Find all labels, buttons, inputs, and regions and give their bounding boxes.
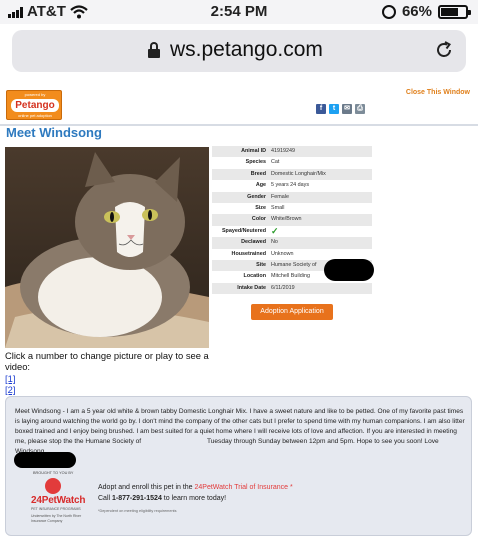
petango-logo[interactable]: powered by Petango online pet adoption [6, 90, 62, 120]
status-right: 66% [381, 3, 471, 20]
picture-link-2[interactable]: [2] [5, 384, 15, 395]
detail-label: Housetrained [231, 250, 266, 257]
detail-value: White/Brown [271, 216, 302, 223]
redaction-mark [324, 259, 374, 281]
24petwatch-sub: PET INSURANCE PROGRAMS [31, 507, 81, 511]
detail-value: Cat [271, 159, 280, 166]
24petwatch-logo[interactable]: 24PetWatch [31, 495, 86, 506]
detail-row-age: Age 5 years 24 days [212, 180, 372, 191]
detail-row-animal-id: Animal ID 41919249 [212, 146, 372, 158]
email-icon[interactable]: ✉ [342, 104, 352, 114]
print-icon[interactable]: ⎙ [355, 104, 365, 114]
logo-powered-by: powered by [24, 92, 46, 97]
promo-line-1: Adopt and enroll this pet in the 24PetWa… [98, 484, 293, 491]
detail-label: Animal ID [241, 148, 266, 154]
battery-icon [438, 4, 471, 19]
page-title: Meet Windsong [6, 125, 102, 140]
detail-row-breed: Breed Domestic Longhair/Mix [212, 168, 372, 181]
underwritten-note: Underwritten by The North River Insuranc… [31, 514, 82, 523]
promo-call-prefix: Call [98, 495, 113, 502]
adoption-application-button[interactable]: Adoption Application [251, 304, 333, 320]
detail-label: Gender [247, 193, 266, 200]
facebook-icon[interactable]: f [316, 104, 326, 114]
detail-label: Color [251, 216, 266, 223]
detail-label: Site [256, 261, 266, 268]
description-box: Meet Windsong - I am a 5 year old white … [5, 396, 472, 536]
detail-value: Small [271, 204, 285, 211]
detail-label: Age [255, 182, 266, 189]
detail-label: Spayed/Neutered [221, 227, 266, 234]
url-text[interactable]: ws.petango.com [170, 38, 323, 62]
promo-line-2: Call 1-877-291-1524 to learn more today! [98, 495, 226, 502]
description-text: Meet Windsong - I am a 5 year old white … [15, 407, 467, 457]
checkmark-icon: ✓ [271, 225, 279, 236]
detail-row-declawed: Declawed No [212, 237, 372, 249]
detail-value: No [271, 239, 278, 246]
detail-row-color: Color White/Brown [212, 214, 372, 226]
logo-tagline: online pet adoption [18, 113, 52, 118]
logo-brand: Petango [11, 99, 59, 112]
battery-percent: 66% [401, 3, 432, 20]
detail-row-species: Species Cat [212, 157, 372, 168]
detail-value: 41919249 [271, 148, 295, 154]
detail-label: Breed [250, 170, 266, 177]
lock-icon [148, 42, 160, 58]
detail-label: Intake Date [237, 284, 266, 291]
detail-label: Declawed [241, 239, 266, 246]
twitter-icon[interactable]: t [329, 104, 339, 114]
detail-label: Location [243, 273, 266, 280]
reload-icon[interactable] [434, 40, 454, 60]
detail-value: Female [271, 193, 289, 200]
address-bar[interactable]: ws.petango.com [12, 30, 466, 72]
pictures-hint: Click a number to change picture or play… [5, 350, 209, 372]
pet-photo[interactable] [5, 147, 209, 348]
detail-value: Domestic Longhair/Mix [271, 170, 326, 177]
24petwatch-logo-icon [45, 478, 61, 494]
detail-row-gender: Gender Female [212, 191, 372, 203]
status-bar: AT&T 2:54 PM 66% [0, 0, 478, 24]
promo-footnote: *Dependent on meeting eligibility requir… [98, 509, 177, 513]
redaction-mark [14, 452, 76, 468]
detail-label: Size [255, 204, 266, 211]
brought-by-label: BROUGHT TO YOU BY [33, 471, 74, 475]
detail-value: 5 years 24 days [271, 182, 310, 189]
promo-text: Adopt and enroll this pet in the [98, 484, 195, 491]
share-bar: f t ✉ ⎙ [316, 104, 365, 114]
detail-row-spayed: Spayed/Neutered ✓ [212, 226, 372, 237]
picture-link-1[interactable]: [1] [5, 373, 15, 384]
detail-row-size: Size Small [212, 203, 372, 214]
rotation-lock-icon [381, 4, 396, 19]
detail-row-intake-date: Intake Date 6/11/2019 [212, 282, 372, 295]
insurance-trial-link[interactable]: 24PetWatch Trial of Insurance * [195, 484, 293, 491]
cat-image [5, 147, 209, 348]
promo-phone[interactable]: 1-877-291-1524 [112, 495, 162, 502]
detail-value: 6/11/2019 [271, 284, 295, 291]
page-content: powered by Petango online pet adoption C… [0, 82, 478, 540]
detail-label: Species [245, 159, 266, 166]
close-window-link[interactable]: Close This Window [406, 89, 470, 96]
promo-call-suffix: to learn more today! [161, 495, 227, 502]
